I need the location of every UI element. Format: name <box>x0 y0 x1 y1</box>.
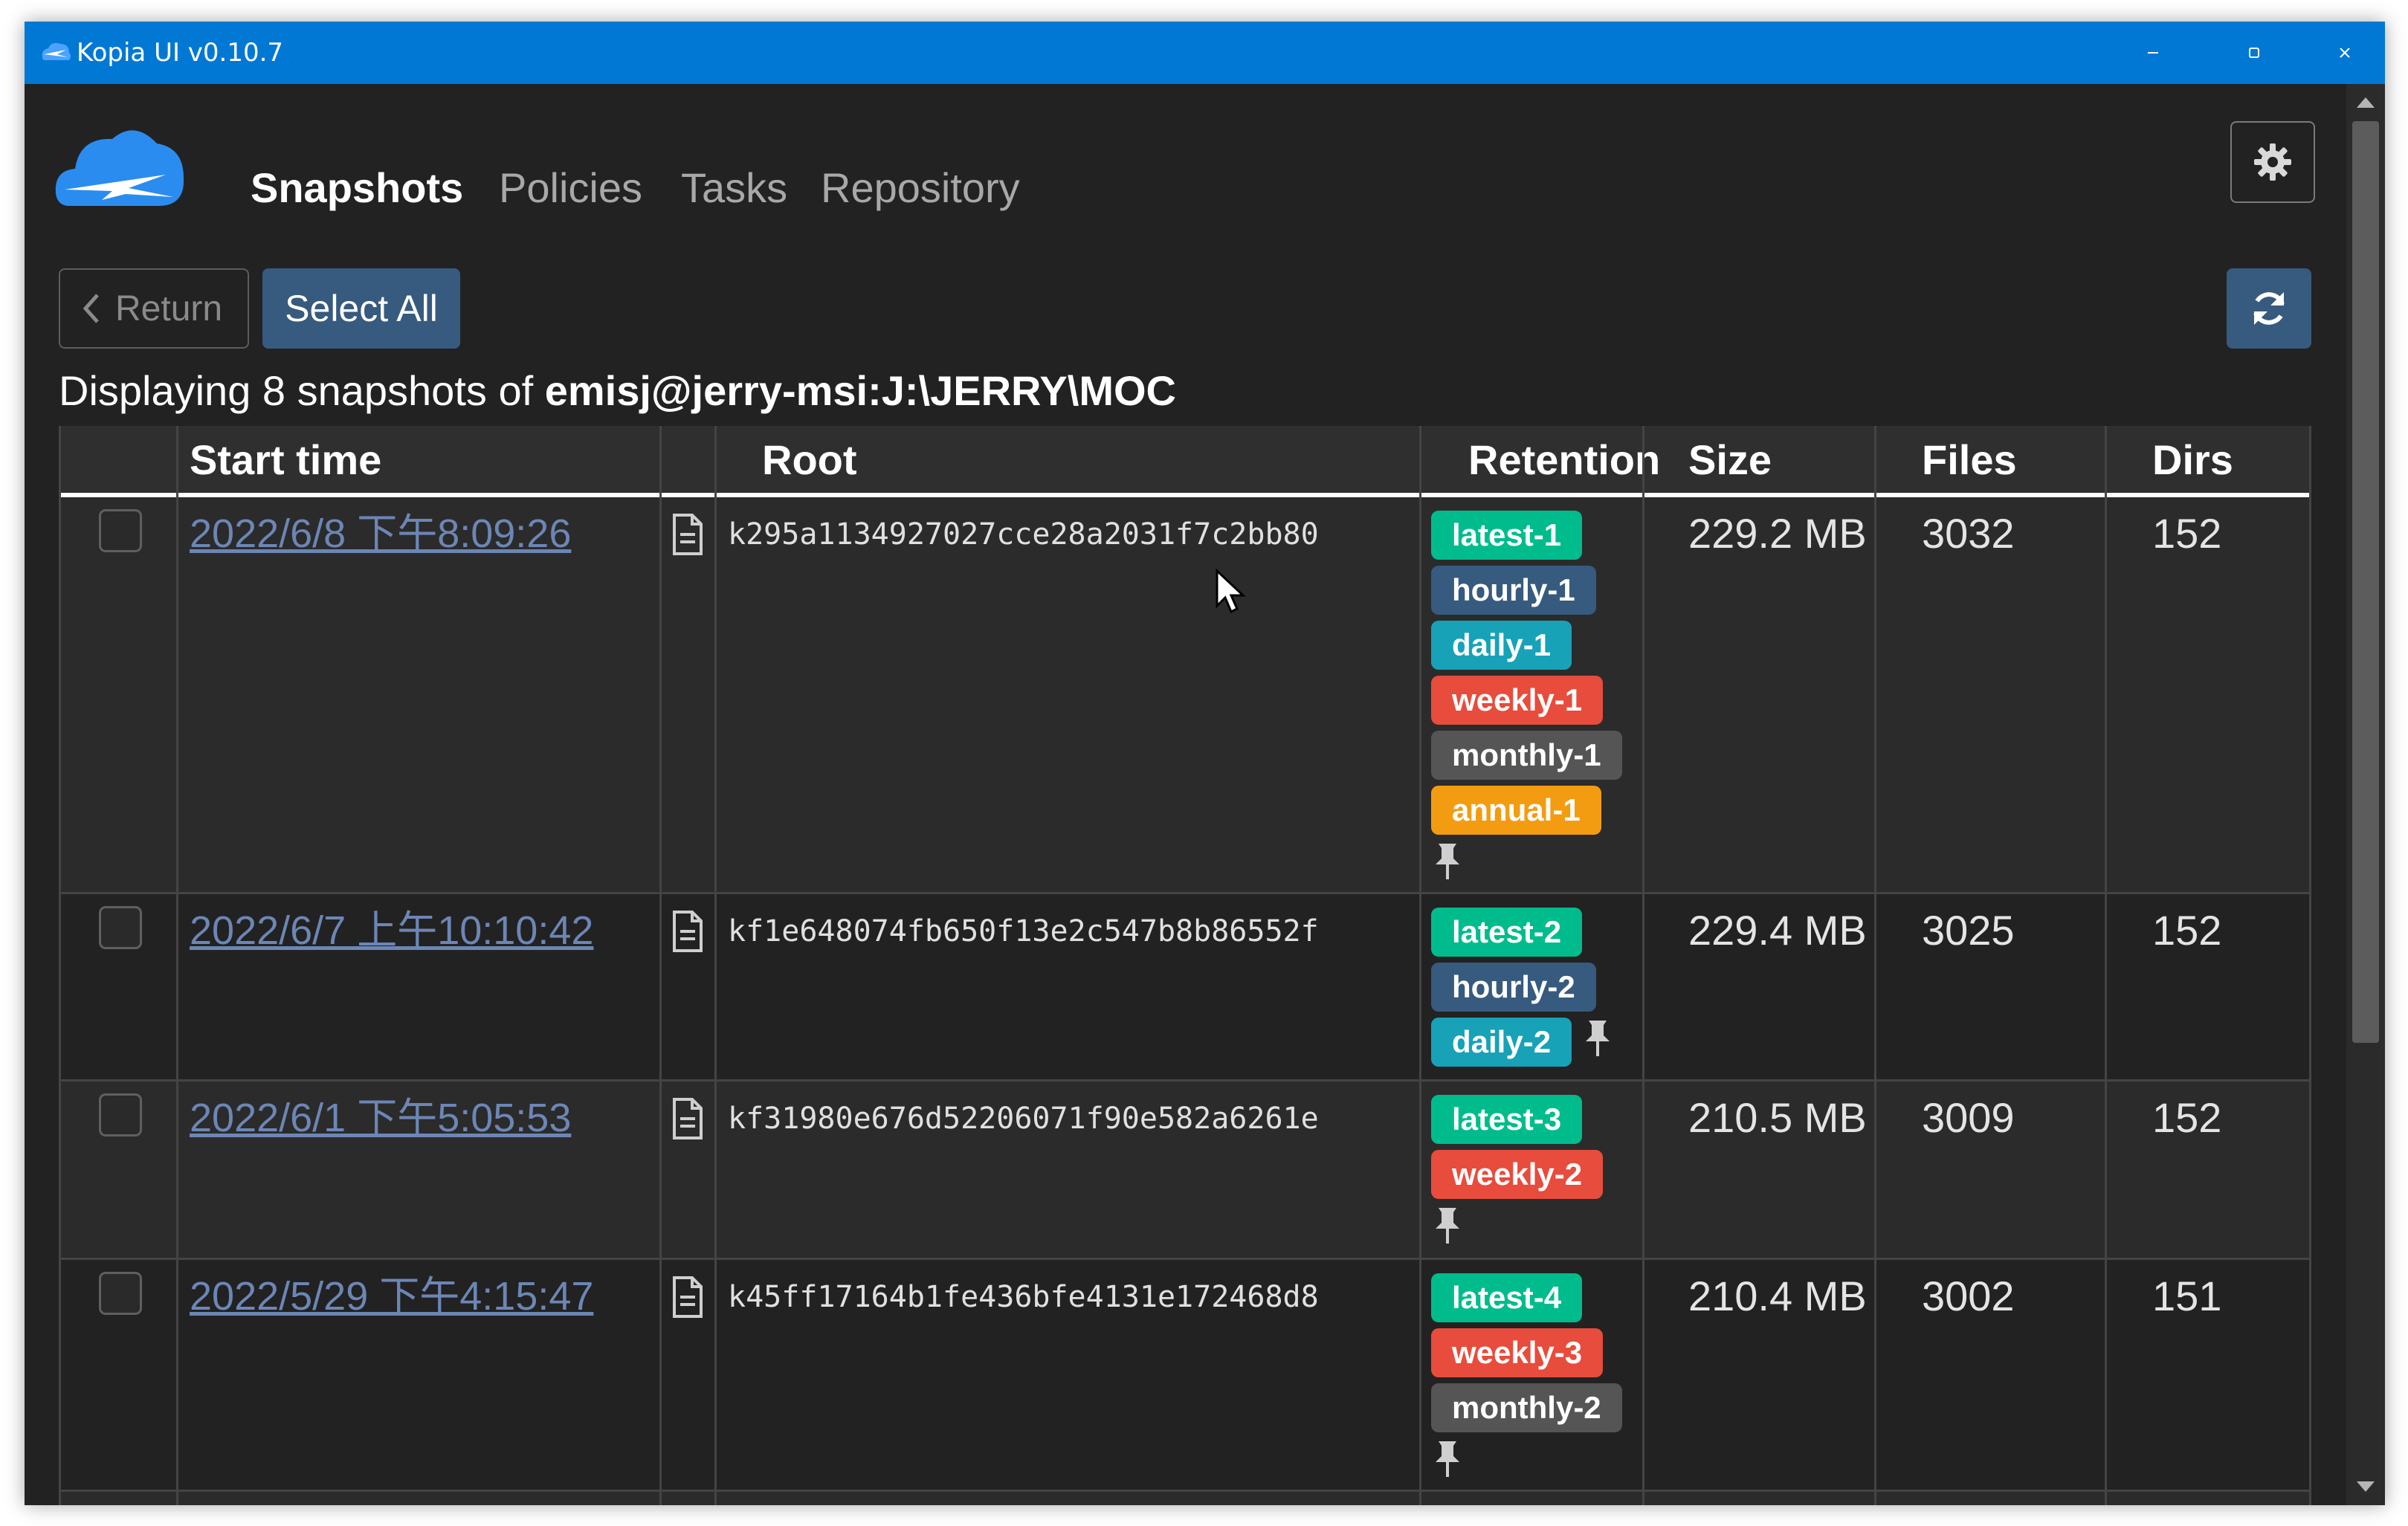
table-row: 2022/6/7 上午10:10:42 kf1e648074fb650f13e2… <box>59 894 2311 1082</box>
column-divider <box>2309 426 2311 1505</box>
refresh-icon <box>2253 292 2285 325</box>
files-value: 3032 <box>1922 510 2015 557</box>
row-checkbox[interactable] <box>99 509 142 552</box>
nav-repository[interactable]: Repository <box>821 161 1020 215</box>
size-value: 210.4 MB <box>1688 1273 1867 1319</box>
row-checkbox[interactable] <box>99 906 142 949</box>
kopia-logo-icon[interactable] <box>54 123 185 212</box>
vertical-scrollbar[interactable] <box>2346 84 2385 1505</box>
root-id[interactable]: kf31980e676d52206071f90e582a6261e <box>728 1096 1319 1141</box>
root-id[interactable]: k45ff17164b1fe436bfe4131e172468d8 <box>728 1275 1319 1319</box>
document-icon[interactable] <box>671 1096 704 1141</box>
column-divider <box>659 426 662 1505</box>
close-icon <box>2340 48 2350 58</box>
retention-badge: weekly-2 <box>1431 1150 1604 1199</box>
mouse-cursor-icon <box>1216 569 1246 614</box>
column-divider <box>1642 426 1644 1505</box>
header-select <box>59 426 178 497</box>
table-row: 2022/5/29 下午4:15:47 k45ff17164b1fe436bfe… <box>59 1260 2311 1492</box>
retention-badge: monthly-1 <box>1431 731 1622 780</box>
column-divider <box>2105 426 2107 1505</box>
maximize-icon <box>2249 48 2259 58</box>
pin-icon[interactable] <box>1431 1205 1464 1247</box>
retention-badge: hourly-1 <box>1431 566 1596 615</box>
minimize-icon <box>2148 52 2158 54</box>
start-time-link[interactable]: 2022/6/7 上午10:10:42 <box>190 905 593 957</box>
app-window: Kopia UI v0.10.7 Snapshots Policies Task… <box>25 22 2385 1505</box>
return-button[interactable]: Return <box>59 268 249 349</box>
retention-badge: weekly-1 <box>1431 676 1604 725</box>
retention-badge: monthly-2 <box>1431 1383 1622 1432</box>
column-divider <box>59 426 61 1505</box>
retention-badge: latest-1 <box>1431 511 1583 560</box>
select-all-button[interactable]: Select All <box>262 268 460 349</box>
retention-badges: latest-3 weekly-2 <box>1431 1095 1654 1247</box>
files-value: 3002 <box>1922 1273 2015 1319</box>
start-time-link[interactable]: 2022/6/8 下午8:09:26 <box>190 508 571 560</box>
retention-badge: weekly-3 <box>1431 1328 1604 1377</box>
nav-tasks[interactable]: Tasks <box>681 161 787 215</box>
title-bar: Kopia UI v0.10.7 <box>25 22 2385 84</box>
gear-icon <box>2254 143 2291 181</box>
nav-policies[interactable]: Policies <box>499 161 642 215</box>
scrollbar-thumb[interactable] <box>2352 121 2379 1043</box>
window-title: Kopia UI v0.10.7 <box>77 38 284 68</box>
document-icon[interactable] <box>671 909 704 954</box>
retention-badge: latest-4 <box>1431 1273 1583 1322</box>
size-value: 210.5 MB <box>1688 1094 1867 1141</box>
table-row: 2022/6/8 下午8:09:26 k295a1134927027cce28a… <box>59 497 2311 894</box>
dirs-value: 152 <box>2152 1094 2222 1141</box>
table-row <box>59 1492 2311 1505</box>
pin-icon[interactable] <box>1581 1018 1614 1059</box>
start-time-link[interactable]: 2022/6/1 下午5:05:53 <box>190 1092 571 1144</box>
close-button[interactable] <box>2305 22 2385 84</box>
root-id[interactable]: k295a1134927027cce28a2031f7c2bb80 <box>728 512 1319 557</box>
header-root[interactable]: Root <box>695 426 1456 497</box>
column-divider <box>176 426 178 1505</box>
row-checkbox[interactable] <box>99 1272 142 1315</box>
nav-snapshots[interactable]: Snapshots <box>251 161 463 215</box>
retention-badges: latest-2 hourly-2 daily-2 <box>1431 908 1654 1073</box>
pin-icon[interactable] <box>1431 841 1464 882</box>
scroll-up-icon[interactable] <box>2357 97 2375 108</box>
header-start-time[interactable]: Start time <box>178 426 695 497</box>
files-value: 3025 <box>1922 907 2015 954</box>
retention-badge: latest-2 <box>1431 908 1583 957</box>
dirs-value: 151 <box>2152 1273 2222 1319</box>
column-divider <box>1874 426 1876 1505</box>
refresh-button[interactable] <box>2227 268 2311 349</box>
row-checkbox[interactable] <box>99 1093 142 1137</box>
pin-icon[interactable] <box>1431 1438 1464 1480</box>
kopia-logo-icon <box>42 42 71 60</box>
document-icon[interactable] <box>671 1275 704 1319</box>
retention-badges: latest-4 weekly-3 monthly-2 <box>1431 1273 1654 1480</box>
caption-prefix: Displaying 8 snapshots of <box>59 367 545 414</box>
retention-badge: latest-3 <box>1431 1095 1583 1144</box>
retention-badge: annual-1 <box>1431 786 1601 835</box>
table-row: 2022/6/1 下午5:05:53 kf31980e676d52206071f… <box>59 1082 2311 1260</box>
document-icon[interactable] <box>671 512 704 557</box>
start-time-link[interactable]: 2022/5/29 下午4:15:47 <box>190 1270 593 1322</box>
size-value: 229.4 MB <box>1688 907 1867 954</box>
dirs-value: 152 <box>2152 907 2222 954</box>
size-value: 229.2 MB <box>1688 510 1867 557</box>
root-id[interactable]: kf1e648074fb650f13e2c547b8b86552f <box>728 909 1319 954</box>
snapshot-count-caption: Displaying 8 snapshots of emisj@jerry-ms… <box>59 363 1176 418</box>
column-divider <box>1419 426 1421 1505</box>
return-label: Return <box>115 288 223 329</box>
retention-badge: daily-2 <box>1431 1018 1572 1067</box>
chevron-left-icon <box>83 294 99 323</box>
scroll-down-icon[interactable] <box>2357 1481 2375 1492</box>
files-value: 3009 <box>1922 1094 2015 1141</box>
header-dirs[interactable]: Dirs <box>2140 426 2311 497</box>
retention-badge: daily-1 <box>1431 621 1572 670</box>
retention-badges: latest-1 hourly-1 daily-1 weekly-1 month… <box>1431 511 1654 882</box>
dirs-value: 152 <box>2152 510 2222 557</box>
settings-button[interactable] <box>2230 121 2315 203</box>
retention-badge: hourly-2 <box>1431 963 1596 1012</box>
maximize-button[interactable] <box>2204 22 2305 84</box>
caption-source: emisj@jerry-msi:J:\JERRY\MOC <box>544 367 1176 414</box>
column-divider <box>714 426 717 1505</box>
minimize-button[interactable] <box>2102 22 2204 84</box>
